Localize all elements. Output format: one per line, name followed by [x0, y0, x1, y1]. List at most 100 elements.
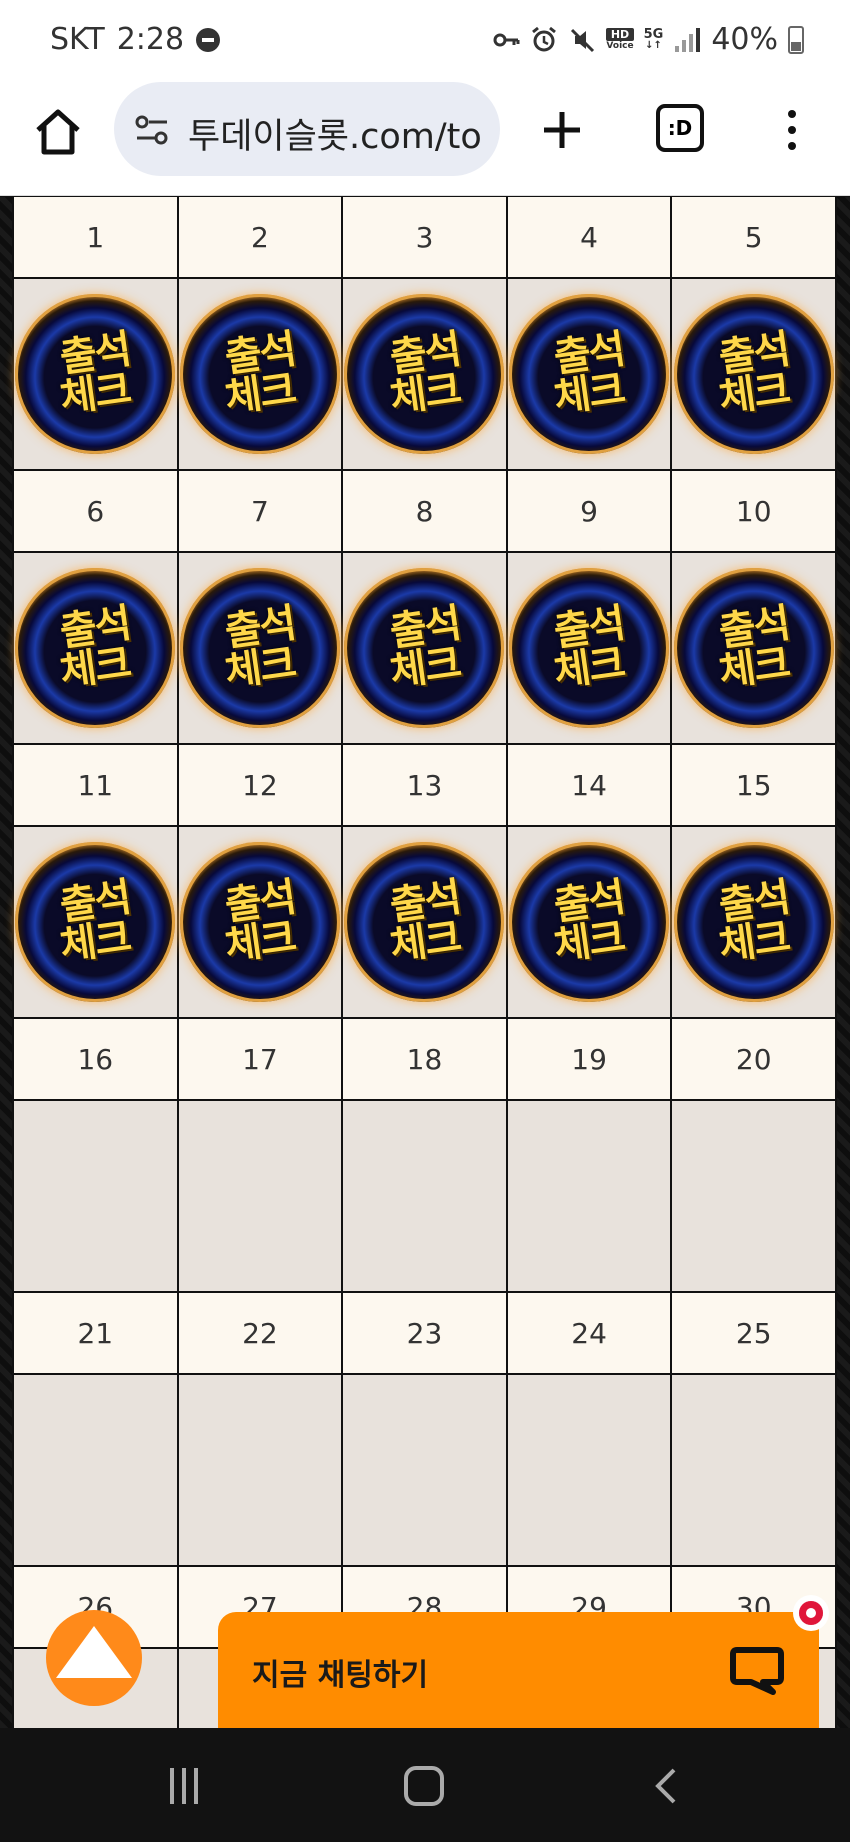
data-arrows-icon: ↓↑ — [645, 39, 662, 51]
new-tab-icon[interactable] — [540, 108, 584, 152]
home-icon[interactable] — [30, 104, 86, 160]
stamp-text-line2: 체크 — [222, 640, 298, 696]
attendance-stamp-icon: 출석 체크 — [673, 294, 834, 454]
android-nav-bar — [0, 1728, 850, 1842]
stamp-text-line2: 체크 — [716, 914, 792, 970]
day-number-cell: 18 — [343, 1019, 508, 1101]
stamp-cell[interactable] — [14, 1101, 179, 1293]
day-number-cell: 2 — [178, 197, 344, 279]
attendance-stamp-icon: 출석 체크 — [344, 568, 505, 728]
scroll-to-top-button[interactable] — [46, 1610, 142, 1706]
attendance-stamp-icon: 출석 체크 — [509, 294, 670, 454]
day-number-cell: 20 — [672, 1019, 837, 1101]
stamp-cell[interactable]: 출석 체크 — [343, 553, 508, 745]
day-number-cell: 10 — [672, 471, 837, 553]
stamp-cell[interactable]: 출석 체크 — [507, 827, 673, 1019]
carrier-label: SKT — [50, 22, 105, 57]
day-number-cell: 13 — [343, 745, 508, 827]
stamp-cell[interactable]: 출석 체크 — [507, 553, 673, 745]
stamp-cell[interactable] — [507, 1101, 673, 1293]
stamp-cell[interactable]: 출석 체크 — [672, 279, 837, 471]
tab-switcher-button[interactable]: :D — [656, 104, 704, 152]
nav-home-button[interactable] — [404, 1766, 444, 1806]
stamp-text-line2: 체크 — [222, 366, 298, 422]
stamp-cell[interactable] — [343, 1101, 508, 1293]
status-bar: SKT 2:28 HD Voice 5G ↓↑ 40% — [0, 0, 850, 80]
attendance-stamp-icon: 출석 체크 — [179, 842, 340, 1002]
day-number-cell: 15 — [672, 745, 837, 827]
stamp-cell[interactable] — [178, 1101, 344, 1293]
stamp-cell[interactable] — [672, 1101, 837, 1293]
attendance-stamp-icon: 출석 체크 — [673, 568, 834, 728]
stamp-cell[interactable]: 출석 체크 — [178, 553, 344, 745]
day-number-cell: 11 — [14, 745, 179, 827]
attendance-stamp-icon: 출석 체크 — [15, 568, 176, 728]
chat-bubble-icon — [730, 1647, 784, 1695]
stamp-text-line2: 체크 — [386, 366, 463, 422]
day-number-cell: 21 — [14, 1293, 179, 1375]
stamp-text-line2: 체크 — [551, 914, 627, 970]
stamp-cell[interactable]: 출석 체크 — [14, 827, 179, 1019]
page-content: 1 2 3 4 5 출석 체크 출석 체크 출석 체크 출석 체크 출석 체크 6 7 8 9 10 출석 체크 출석 체크 출… — [0, 197, 850, 1728]
stamp-text-line2: 체크 — [386, 914, 463, 970]
stamp-cell[interactable]: 출석 체크 — [178, 827, 344, 1019]
url-text[interactable]: 투데이슬롯.com/to — [188, 108, 482, 159]
stamp-cell[interactable] — [507, 1375, 673, 1567]
calendar-grid: 1 2 3 4 5 출석 체크 출석 체크 출석 체크 출석 체크 출석 체크 6 7 8 9 10 출석 체크 출석 체크 출… — [12, 197, 837, 1728]
day-number-cell: 9 — [507, 471, 673, 553]
stamp-cell[interactable]: 출석 체크 — [672, 553, 837, 745]
day-number-cell: 3 — [343, 197, 508, 279]
mute-icon — [571, 28, 595, 52]
status-left: SKT 2:28 — [50, 22, 221, 57]
day-number-cell: 22 — [178, 1293, 344, 1375]
day-number-cell: 7 — [178, 471, 344, 553]
stamp-text-line2: 체크 — [716, 640, 792, 696]
voice-label: Voice — [606, 40, 634, 51]
recent-apps-button[interactable] — [170, 1768, 206, 1804]
day-number-cell: 5 — [672, 197, 837, 279]
stamp-text-line2: 체크 — [57, 640, 133, 696]
more-menu-icon[interactable] — [782, 108, 802, 152]
stamp-cell[interactable]: 출석 체크 — [14, 553, 179, 745]
day-number-cell: 6 — [14, 471, 179, 553]
stamp-cell[interactable]: 출석 체크 — [672, 827, 837, 1019]
stamp-cell[interactable]: 출석 체크 — [14, 279, 179, 471]
stamp-cell[interactable] — [343, 1375, 508, 1567]
attendance-stamp-icon: 출석 체크 — [15, 842, 176, 1002]
browser-toolbar: 투데이슬롯.com/to :D — [0, 80, 850, 196]
stamp-cell[interactable] — [14, 1375, 179, 1567]
stamp-cell[interactable]: 출석 체크 — [343, 279, 508, 471]
day-number-cell: 17 — [178, 1019, 344, 1101]
day-number-cell: 8 — [343, 471, 508, 553]
attendance-stamp-icon: 출석 체크 — [179, 294, 340, 454]
stamp-text-line2: 체크 — [222, 914, 298, 970]
day-number-cell: 1 — [14, 197, 179, 279]
key-icon — [493, 33, 520, 46]
day-number-cell: 19 — [507, 1019, 673, 1101]
site-settings-icon[interactable] — [134, 112, 170, 148]
notification-dot-icon — [793, 1595, 829, 1631]
chat-launcher[interactable]: 지금 채팅하기 — [218, 1612, 819, 1728]
stamp-text-line2: 체크 — [386, 640, 463, 696]
stamp-cell[interactable]: 출석 체크 — [178, 279, 344, 471]
address-bar[interactable]: 투데이슬롯.com/to — [114, 82, 500, 176]
alarm-icon — [532, 26, 557, 51]
attendance-stamp-icon: 출석 체크 — [344, 294, 505, 454]
day-number-cell: 12 — [178, 745, 344, 827]
day-number-cell: 25 — [672, 1293, 837, 1375]
nav-back-button[interactable] — [650, 1766, 680, 1806]
signal-icon — [675, 27, 701, 52]
stamp-cell[interactable] — [178, 1375, 344, 1567]
network-label: 5G — [643, 26, 664, 42]
stamp-cell[interactable]: 출석 체크 — [343, 827, 508, 1019]
stamp-text-line2: 체크 — [57, 366, 133, 422]
chat-label: 지금 채팅하기 — [252, 1658, 429, 1693]
stamp-text-line2: 체크 — [57, 914, 133, 970]
status-right: HD Voice 5G ↓↑ 40% — [492, 22, 804, 57]
day-number-cell: 4 — [507, 197, 673, 279]
network-5g-icon: 5G ↓↑ — [643, 26, 664, 51]
stamp-cell[interactable] — [672, 1375, 837, 1567]
do-not-disturb-icon — [196, 27, 221, 52]
stamp-cell[interactable]: 출석 체크 — [507, 279, 673, 471]
battery-icon — [788, 25, 804, 54]
